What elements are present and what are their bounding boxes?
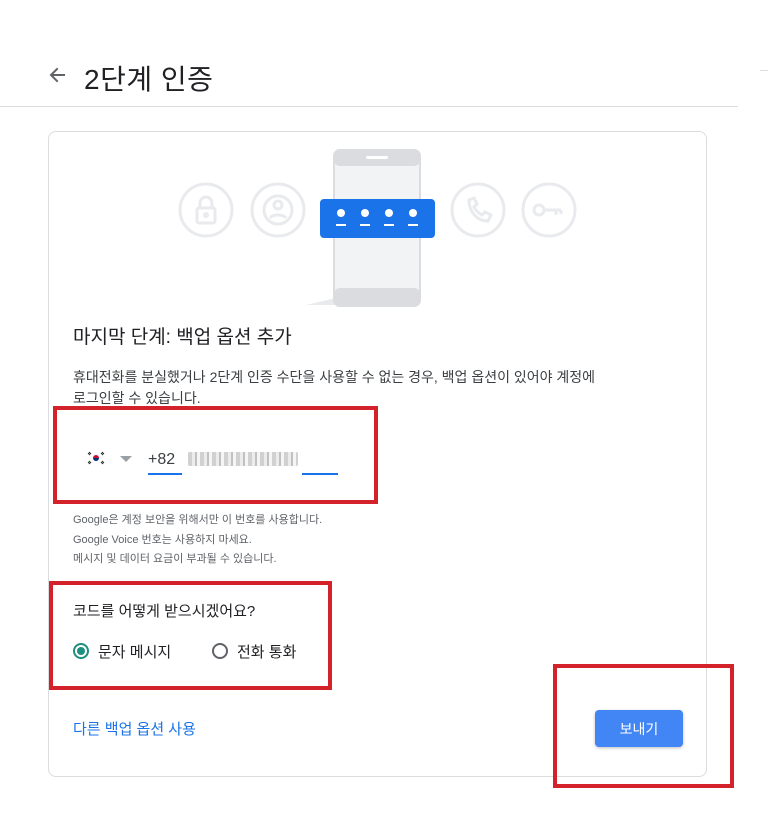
header-divider [0, 106, 738, 107]
description: 휴대전화를 분실했거나 2단계 인증 수단을 사용할 수 없는 경우, 백업 옵… [73, 367, 693, 409]
notice-line: 메시지 및 데이터 요금이 부과될 수 있습니다. [73, 553, 277, 565]
highlight-box-phone [53, 406, 378, 504]
highlight-box-send [553, 664, 734, 788]
page-header: 2단계 인증 [0, 0, 768, 107]
verification-code-badge [320, 199, 435, 238]
header-divider-edge [760, 70, 768, 71]
lock-icon [178, 182, 234, 238]
arrow-left-icon [47, 65, 67, 90]
description-line: 휴대전화를 분실했거나 2단계 인증 수단을 사용할 수 없는 경우, 백업 옵… [73, 369, 596, 385]
phone-call-icon [450, 182, 506, 238]
phone-usage-notice: Google은 계정 보안을 위해서만 이 번호를 사용합니다. Google … [73, 511, 322, 570]
back-button[interactable] [44, 64, 70, 90]
section-title: 마지막 단계: 백업 옵션 추가 [73, 327, 292, 348]
key-icon [521, 182, 577, 238]
page-title: 2단계 인증 [84, 64, 214, 95]
backup-options-illustration [178, 149, 577, 307]
highlight-box-method [49, 581, 332, 690]
other-backup-options-link[interactable]: 다른 백업 옵션 사용 [73, 718, 196, 739]
notice-line: Google Voice 번호는 사용하지 마세요. [73, 533, 252, 546]
notice-line: Google은 계정 보안을 위해서만 이 번호를 사용합니다. [73, 514, 323, 526]
account-circle-icon [250, 182, 306, 238]
